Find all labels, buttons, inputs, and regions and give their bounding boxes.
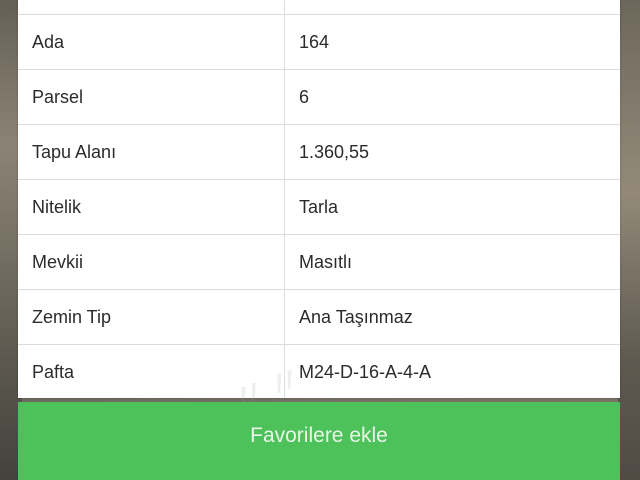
- column-divider: [284, 0, 285, 398]
- row-label: Pafta: [32, 362, 75, 382]
- row-value: 164: [299, 31, 330, 52]
- row-value: 6: [299, 86, 310, 107]
- table-row-ada: Ada 164: [18, 15, 620, 70]
- row-label: Ada: [32, 31, 65, 52]
- table-row-nitelik: Nitelik Tarla: [18, 180, 620, 235]
- row-label: Zemin Tip: [32, 306, 112, 327]
- row-value: Tarla: [299, 196, 339, 217]
- row-label: Parsel: [32, 86, 84, 107]
- add-to-favorites-button[interactable]: Favorilere ekle: [18, 402, 620, 480]
- row-value: Ana Taşınmaz: [299, 306, 413, 327]
- table-row-partial: [18, 0, 620, 15]
- property-details-table: Ada 164 Parsel 6 Tapu Alanı 1.360,55 Nit…: [18, 0, 620, 398]
- table-row-mevkii: Mevkii Masıtlı: [18, 235, 620, 290]
- row-label: Mevkii: [32, 251, 84, 272]
- map-background-right: [618, 0, 640, 480]
- row-label: Nitelik: [32, 196, 82, 217]
- table-row-zemin-tip: Zemin Tip Ana Taşınmaz: [18, 290, 620, 345]
- row-value: M24-D-16-A-4-A: [299, 362, 432, 382]
- table-row-tapu-alani: Tapu Alanı 1.360,55: [18, 125, 620, 180]
- row-value: Masıtlı: [299, 251, 353, 272]
- table-row-pafta: Pafta M24-D-16-A-4-A: [18, 345, 620, 400]
- row-label: Tapu Alanı: [32, 141, 117, 162]
- table-row-parsel: Parsel 6: [18, 70, 620, 125]
- row-value: 1.360,55: [299, 141, 370, 162]
